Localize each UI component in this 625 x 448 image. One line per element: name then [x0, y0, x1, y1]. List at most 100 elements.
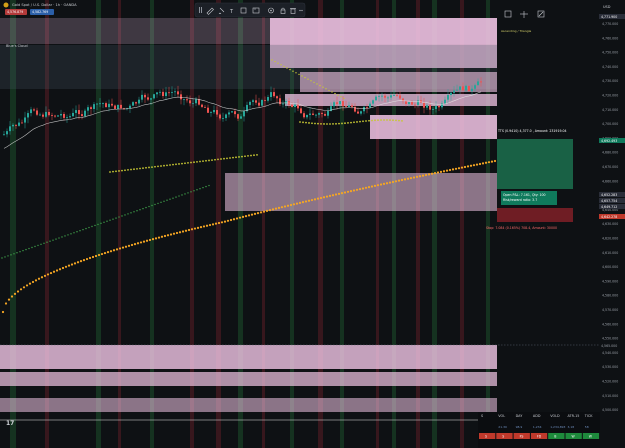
ma-olive-dot — [368, 119, 370, 122]
ma-olive-dot — [401, 119, 403, 122]
candle-body — [39, 114, 41, 116]
candle-body — [237, 114, 239, 119]
stats-signal-label: B — [554, 435, 556, 439]
ma-olive-dot — [208, 159, 210, 162]
ma-olive-dot — [256, 153, 258, 156]
ma-green-dot — [79, 230, 81, 232]
candle-body — [369, 103, 371, 108]
ma-olive-dot — [205, 159, 207, 162]
candle-body — [477, 81, 479, 86]
ma-green-dot — [100, 222, 102, 225]
ma-orange-dot — [475, 163, 479, 166]
ma-olive-dot — [139, 167, 141, 170]
ma-green-dot — [109, 219, 111, 221]
candle-body — [249, 101, 251, 105]
candle-body — [198, 99, 200, 105]
candle-body — [297, 104, 299, 109]
ma-green-dot — [103, 221, 105, 223]
ma-orange-dot — [145, 239, 149, 242]
ma-orange-dot — [451, 168, 455, 171]
ma-orange-dot — [298, 201, 302, 204]
ma-green-dot — [1, 257, 3, 259]
ma-green-dot — [70, 233, 72, 235]
ma-green-dot — [82, 228, 84, 231]
ma-olive-dot — [353, 121, 355, 124]
candle-body — [240, 116, 242, 119]
candle-body — [261, 100, 263, 106]
candle-body — [294, 104, 296, 107]
ma-green-dot — [328, 89, 330, 92]
price-tick: 4,530.000 — [602, 365, 618, 369]
ma-orange-dot — [283, 205, 287, 208]
price-tick: 4,520.000 — [602, 380, 618, 384]
ma-orange-dot — [52, 270, 56, 273]
indicator-label[interactable]: Blue's Cloud — [6, 44, 28, 48]
ma-green-dot — [49, 240, 51, 242]
candle-body — [153, 94, 155, 99]
stats-value: 58 — [585, 425, 589, 429]
candle-body — [219, 114, 221, 119]
chart-canvas[interactable]: Ascending / Triangle TTS (0.9410) 4,377.… — [0, 0, 625, 448]
ma-orange-dot — [265, 209, 269, 212]
ma-orange-dot — [397, 179, 401, 182]
ma-orange-dot — [361, 187, 365, 190]
candle-body — [399, 95, 401, 99]
candle-body — [375, 96, 377, 101]
candle-body — [120, 104, 122, 109]
ma-olive-dot — [211, 159, 213, 162]
price-tick: 4,610.000 — [602, 251, 618, 255]
ma-green-dot — [64, 235, 66, 237]
ma-green-dot — [106, 220, 108, 222]
ma-green-dot — [178, 195, 180, 197]
stats-signal-label: S — [502, 435, 504, 439]
ma-green-dot — [271, 59, 273, 61]
price-tick: 4,720.000 — [602, 94, 618, 98]
tradingview-logo[interactable]: 17 — [6, 420, 14, 427]
ma-orange-dot — [25, 284, 29, 287]
ma-green-dot — [292, 70, 294, 72]
stats-header: TICK — [584, 414, 593, 418]
ma-orange-dot — [313, 198, 317, 201]
ma-olive-dot — [238, 156, 240, 158]
candle-body — [60, 113, 62, 116]
candle-body — [417, 100, 419, 105]
ma-olive-dot — [199, 160, 201, 163]
candle-body — [63, 113, 65, 118]
target-zone[interactable] — [497, 139, 573, 189]
ma-green-dot — [22, 249, 24, 252]
ma-green-dot — [298, 73, 300, 76]
ma-orange-dot — [250, 213, 254, 216]
candle-body — [459, 86, 461, 90]
ma-orange-dot — [403, 178, 407, 181]
ma-orange-dot — [46, 273, 50, 276]
candle-body — [150, 98, 152, 100]
ma-green-dot — [343, 97, 345, 100]
candle-body — [480, 81, 482, 83]
candle-body — [348, 105, 350, 108]
ma-olive-dot — [178, 163, 180, 165]
ma-green-dot — [205, 185, 207, 188]
candle-body — [9, 126, 11, 132]
drawing-toolbar — [194, 2, 306, 18]
candle-body — [144, 94, 146, 98]
ma-orange-dot — [97, 253, 101, 257]
stop-zone[interactable] — [497, 208, 573, 222]
candle-body — [180, 94, 182, 100]
ma-orange-dot — [466, 165, 470, 168]
ma-orange-dot — [16, 290, 20, 293]
candle-body — [96, 103, 98, 105]
ma-orange-dot — [7, 298, 11, 301]
ma-orange-dot — [190, 228, 194, 231]
candle-body — [318, 113, 320, 115]
symbol-title[interactable]: Gold Spot / U.S. Dollar · 1h · OANDA — [12, 3, 77, 7]
ma-orange-dot — [289, 203, 293, 207]
ma-orange-dot — [241, 215, 245, 219]
ma-green-dot — [97, 223, 99, 226]
candle-body — [201, 104, 203, 107]
ma-olive-dot — [386, 119, 388, 121]
ma-olive-dot — [244, 155, 246, 158]
ma-green-dot — [142, 207, 144, 210]
ma-green-dot — [52, 239, 54, 241]
ma-olive-dot — [329, 123, 331, 125]
ma-green-dot — [340, 96, 342, 98]
